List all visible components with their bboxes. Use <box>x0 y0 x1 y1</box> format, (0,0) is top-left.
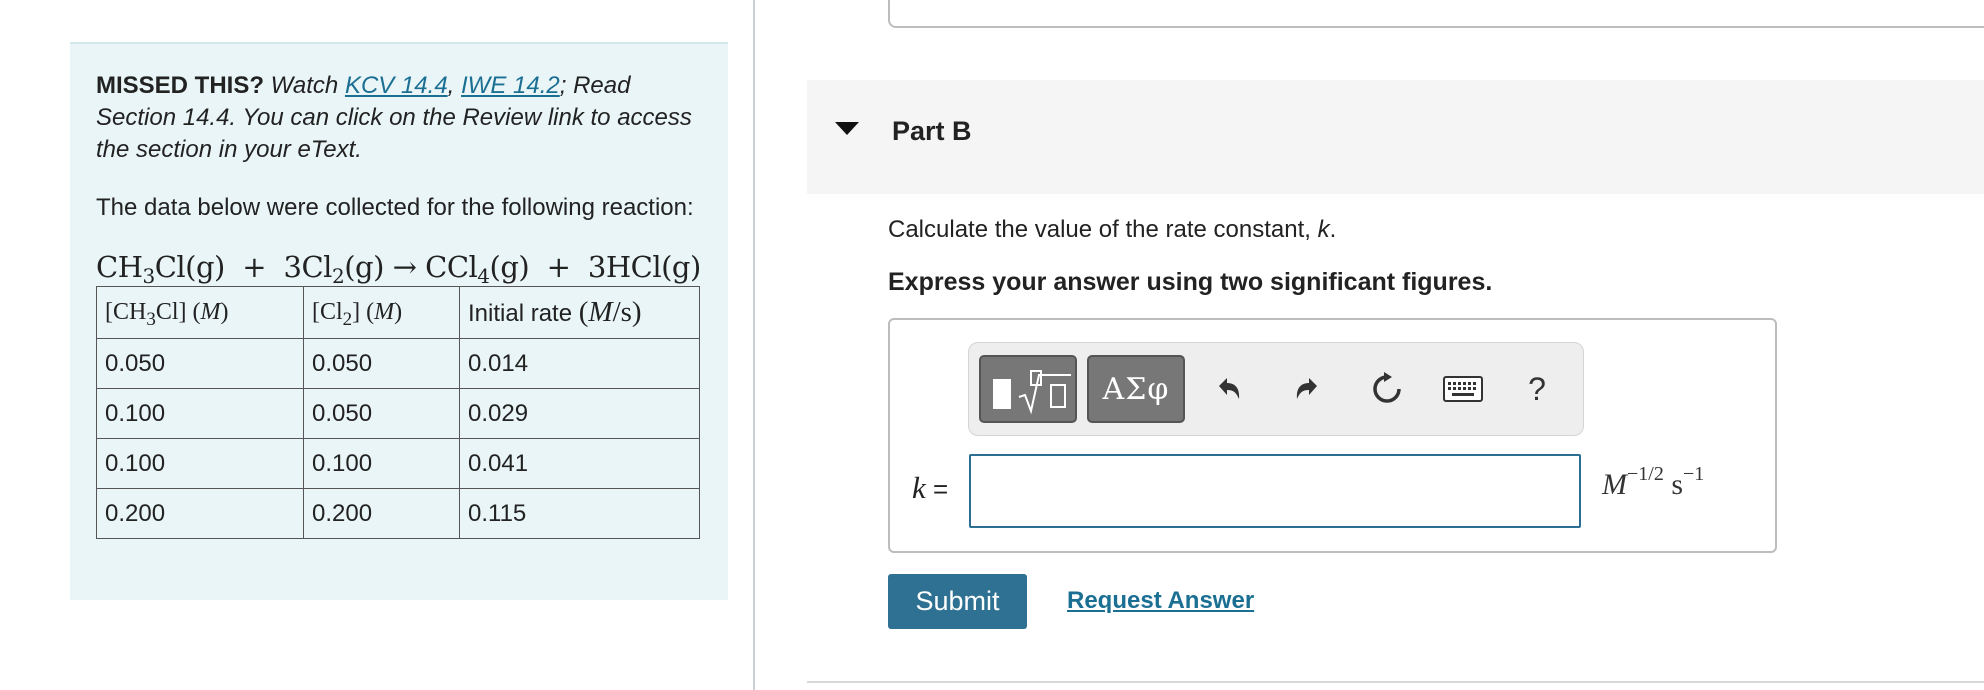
keyboard-icon[interactable] <box>1441 365 1485 413</box>
instruction-text: Express your answer using two significan… <box>888 268 1493 296</box>
table-cell: 0.200 <box>303 488 460 539</box>
table-cell: 0.100 <box>96 438 304 489</box>
answer-units: M−1/2 s−1 <box>1602 463 1705 501</box>
missed-this-text: MISSED THIS? Watch KCV 14.4, IWE 14.2; R… <box>96 70 702 166</box>
undo-icon[interactable] <box>1207 365 1251 413</box>
collapse-triangle-icon[interactable] <box>835 122 859 135</box>
answer-input[interactable] <box>969 454 1581 528</box>
submit-button[interactable]: Submit <box>888 574 1027 629</box>
help-button[interactable]: ? <box>1515 365 1559 413</box>
header-cl2: [Cl2] (M) <box>303 286 460 339</box>
reset-icon[interactable] <box>1365 365 1409 413</box>
table-header-row: [CH3Cl] (M) [Cl2] (M) Initial rate (M/s) <box>96 286 700 339</box>
hint-panel: MISSED THIS? Watch KCV 14.4, IWE 14.2; R… <box>70 42 728 600</box>
table-cell: 0.100 <box>303 438 460 489</box>
missed-label: MISSED THIS? <box>96 72 265 99</box>
table-cell: 0.115 <box>459 488 700 539</box>
table-row: 0.100 0.050 0.029 <box>96 388 700 439</box>
reaction-equation: CH3Cl(g) + 3Cl2(g) → CCl4(g) + 3HCl(g) <box>96 250 701 288</box>
watch-text: Watch <box>264 72 345 99</box>
comma-text: , <box>447 72 462 99</box>
intro-text: The data below were collected for the fo… <box>96 194 694 221</box>
math-toolbar: ΑΣφ ? <box>968 342 1584 436</box>
table-cell: 0.029 <box>459 388 700 439</box>
section-divider <box>807 681 1984 683</box>
rate-data-table: [CH3Cl] (M) [Cl2] (M) Initial rate (M/s)… <box>96 286 700 539</box>
answer-variable-label: k = <box>912 470 949 505</box>
table-cell: 0.100 <box>96 388 304 439</box>
kcv-link[interactable]: KCV 14.4 <box>345 72 448 99</box>
table-cell: 0.014 <box>459 338 700 389</box>
radical-template-icon <box>1018 370 1071 415</box>
previous-answer-box <box>888 0 1984 28</box>
table-row: 0.050 0.050 0.014 <box>96 338 700 389</box>
part-b-header[interactable]: Part B <box>807 80 1984 194</box>
greek-symbols-button[interactable]: ΑΣφ <box>1087 355 1185 423</box>
redo-icon[interactable] <box>1285 365 1329 413</box>
templates-button[interactable] <box>979 355 1077 423</box>
table-cell: 0.050 <box>96 338 304 389</box>
header-ch3cl: [CH3Cl] (M) <box>96 286 304 339</box>
header-initial-rate: Initial rate (M/s) <box>459 286 700 339</box>
column-divider <box>753 0 755 690</box>
table-row: 0.100 0.100 0.041 <box>96 438 700 489</box>
table-cell: 0.200 <box>96 488 304 539</box>
request-answer-link[interactable]: Request Answer <box>1067 587 1254 615</box>
template-box-icon <box>993 379 1011 409</box>
table-cell: 0.050 <box>303 388 460 439</box>
table-cell: 0.041 <box>459 438 700 489</box>
iwe-link[interactable]: IWE 14.2 <box>461 72 560 99</box>
question-text: Calculate the value of the rate constant… <box>888 216 1337 243</box>
table-row: 0.200 0.200 0.115 <box>96 488 700 539</box>
answer-box: ΑΣφ ? k = M−1/2 s−1 <box>888 318 1777 553</box>
part-title: Part B <box>892 116 972 146</box>
table-cell: 0.050 <box>303 338 460 389</box>
